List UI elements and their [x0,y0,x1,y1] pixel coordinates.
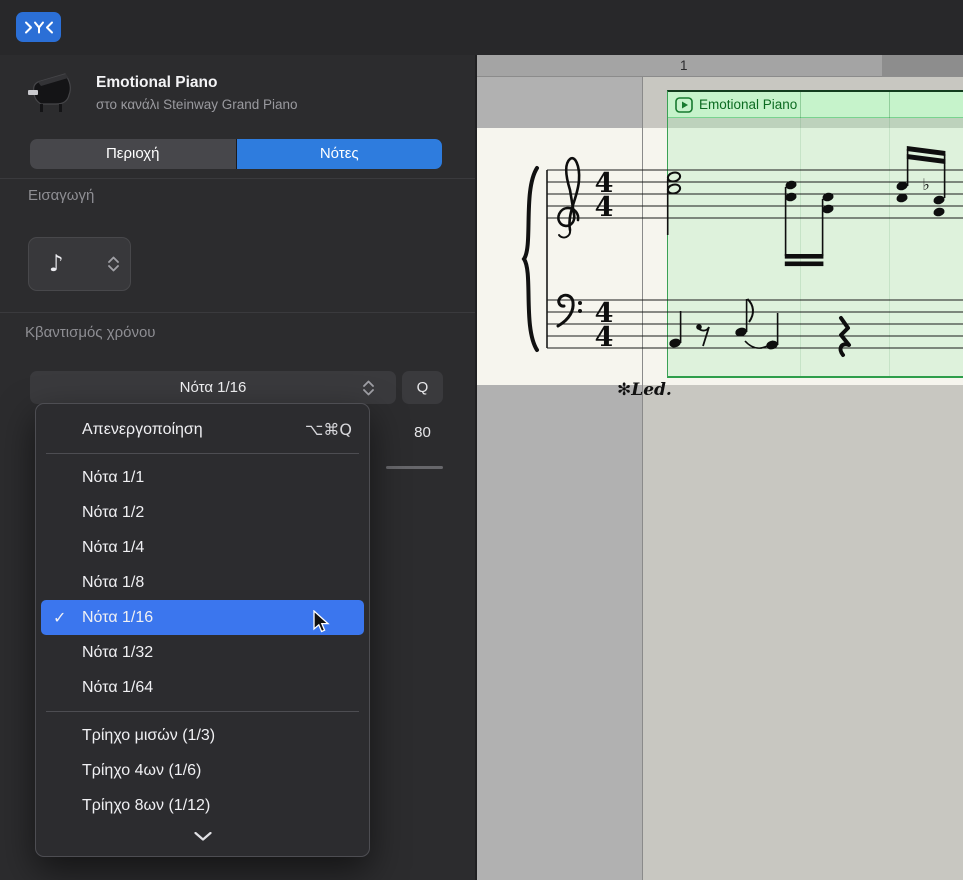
quantize-popup[interactable]: Νότα 1/16 [30,371,396,404]
menu-item-triplet-1-12[interactable]: Τρίηχο 8ων (1/12) [41,788,364,823]
staff-brace [524,168,537,350]
funnel-arrows-icon [24,19,54,36]
menu-item-note-1-32[interactable]: Νότα 1/32 [41,635,364,670]
quantize-apply-button[interactable]: Q [402,371,443,404]
insert-section-label: Εισαγωγή [28,187,94,204]
menu-item-label: Τρίηχο μισών (1/3) [82,727,215,744]
svg-text:4: 4 [595,322,614,353]
popup-chevrons-icon [108,256,119,272]
menu-item-triplet-1-6[interactable]: Τρίηχο 4ων (1/6) [41,753,364,788]
menu-item-note-1-64[interactable]: Νότα 1/64 [41,670,364,705]
menu-item-note-1-4[interactable]: Νότα 1/4 [41,530,364,565]
svg-text:♭: ♭ [922,175,930,194]
menu-item-triplet-1-3[interactable]: Τρίηχο μισών (1/3) [41,718,364,753]
menu-separator [46,453,359,454]
beat-tick [889,92,890,118]
region-header[interactable]: Emotional Piano [668,92,963,118]
menu-separator [46,711,359,712]
grand-piano-icon [24,68,76,114]
menu-item-note-1-8[interactable]: Νότα 1/8 [41,565,364,600]
editor-tabs: Περιοχή Νότες [30,139,442,169]
menu-item-note-1-1[interactable]: Νότα 1/1 [41,460,364,495]
quantize-current-value: Νότα 1/16 [180,379,247,396]
score-inspector-panel: Emotional Piano στο κανάλι Steinway Gran… [0,55,475,880]
sustain-pedal-marking: ✻Led. [617,380,672,400]
bar-number: 1 [680,58,688,73]
menu-item-label: Τρίηχο 8ων (1/12) [82,797,210,814]
menu-item-off[interactable]: Απενεργοποίηση ⌥⌘Q [41,412,364,447]
score-editor-canvas[interactable]: Emotional Piano [475,55,963,880]
popup-chevrons-icon [363,380,374,396]
ruler-shaded-area [882,55,963,77]
divider [0,178,475,179]
track-title: Emotional Piano [96,74,217,92]
menu-item-label: Τρίηχο 4ων (1/6) [82,762,201,779]
region-play-icon[interactable] [675,97,693,113]
checkmark-icon: ✓ [53,600,66,635]
bar-ruler[interactable]: 1 [477,55,963,77]
insert-note-value-popup[interactable]: ♪ [28,237,131,291]
menu-item-label: Νότα 1/16 [82,609,153,626]
eighth-note-icon: ♪ [49,251,64,277]
velocity-value: 80 [402,424,443,441]
svg-text:4: 4 [595,192,614,223]
menu-item-shortcut: ⌥⌘Q [305,412,352,447]
menu-item-label: Νότα 1/8 [82,574,144,591]
divider [0,312,475,313]
menu-item-label: Νότα 1/4 [82,539,144,556]
menu-item-note-1-2[interactable]: Νότα 1/2 [41,495,364,530]
top-toolbar [0,0,963,55]
time-signature: 4 4 4 4 [595,168,614,353]
grand-staff-notation: 4 4 4 4 [477,128,963,388]
menu-item-label: Νότα 1/32 [82,644,153,661]
mouse-cursor [312,610,334,634]
menu-item-label: Νότα 1/1 [82,469,144,486]
tab-notes[interactable]: Νότες [237,139,443,169]
menu-item-label: Απενεργοποίηση [82,421,203,438]
menu-scroll-down[interactable] [36,823,369,849]
beat-tick [800,92,801,118]
menu-item-label: Νότα 1/64 [82,679,153,696]
quantize-section-label: Κβαντισμός χρόνου [25,324,156,341]
track-subtitle: στο κανάλι Steinway Grand Piano [96,97,298,112]
velocity-slider-track[interactable] [386,466,443,469]
menu-item-label: Νότα 1/2 [82,504,144,521]
chevron-down-icon [194,832,212,841]
tab-region[interactable]: Περιοχή [30,139,236,169]
note-filter-button[interactable] [16,12,61,42]
region-title: Emotional Piano [699,97,797,112]
